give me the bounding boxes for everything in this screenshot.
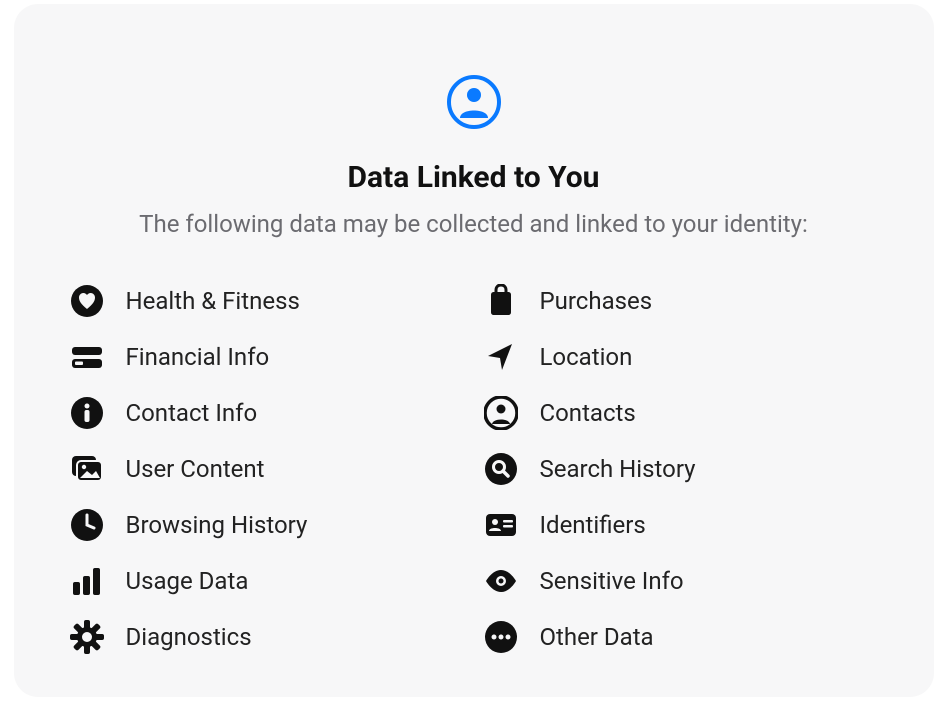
person-circle-icon bbox=[446, 74, 502, 130]
location-arrow-icon bbox=[484, 340, 518, 374]
contacts-icon bbox=[484, 396, 518, 430]
item-sensitive-info: Sensitive Info bbox=[484, 564, 878, 598]
chart-bar-icon bbox=[70, 564, 104, 598]
item-usage-data: Usage Data bbox=[70, 564, 464, 598]
item-financial-info: Financial Info bbox=[70, 340, 464, 374]
item-search-history: Search History bbox=[484, 452, 878, 486]
item-label: Identifiers bbox=[540, 511, 646, 539]
photos-icon bbox=[70, 452, 104, 486]
item-label: Financial Info bbox=[126, 343, 270, 371]
page-subtitle: The following data may be collected and … bbox=[139, 209, 808, 240]
item-label: Search History bbox=[540, 455, 696, 483]
header: Data Linked to You The following data ma… bbox=[70, 74, 878, 240]
item-label: User Content bbox=[126, 455, 265, 483]
item-label: Usage Data bbox=[126, 567, 249, 595]
item-diagnostics: Diagnostics bbox=[70, 620, 464, 654]
id-card-icon bbox=[484, 508, 518, 542]
item-label: Other Data bbox=[540, 623, 654, 651]
gear-icon bbox=[70, 620, 104, 654]
search-circle-icon bbox=[484, 452, 518, 486]
item-label: Browsing History bbox=[126, 511, 308, 539]
item-location: Location bbox=[484, 340, 878, 374]
page-title: Data Linked to You bbox=[348, 160, 600, 195]
clock-icon bbox=[70, 508, 104, 542]
item-label: Contact Info bbox=[126, 399, 258, 427]
data-categories-grid: Health & Fitness Purchases Financial Inf… bbox=[70, 284, 878, 654]
item-contacts: Contacts bbox=[484, 396, 878, 430]
bag-icon bbox=[484, 284, 518, 318]
item-identifiers: Identifiers bbox=[484, 508, 878, 542]
eye-icon bbox=[484, 564, 518, 598]
item-label: Diagnostics bbox=[126, 623, 252, 651]
info-icon bbox=[70, 396, 104, 430]
ellipsis-circle-icon bbox=[484, 620, 518, 654]
item-label: Sensitive Info bbox=[540, 567, 684, 595]
item-other-data: Other Data bbox=[484, 620, 878, 654]
item-purchases: Purchases bbox=[484, 284, 878, 318]
item-browsing-history: Browsing History bbox=[70, 508, 464, 542]
item-health-fitness: Health & Fitness bbox=[70, 284, 464, 318]
item-label: Contacts bbox=[540, 399, 636, 427]
item-label: Purchases bbox=[540, 287, 653, 315]
item-label: Location bbox=[540, 343, 633, 371]
item-contact-info: Contact Info bbox=[70, 396, 464, 430]
privacy-card: Data Linked to You The following data ma… bbox=[14, 4, 934, 697]
item-user-content: User Content bbox=[70, 452, 464, 486]
creditcard-icon bbox=[70, 340, 104, 374]
item-label: Health & Fitness bbox=[126, 287, 300, 315]
heart-icon bbox=[70, 284, 104, 318]
